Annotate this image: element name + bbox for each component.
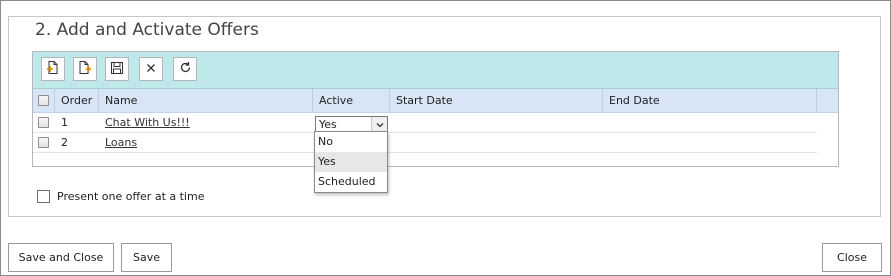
row-select-cell: [38, 113, 49, 133]
order-cell: 2: [61, 136, 68, 149]
offer-name-text[interactable]: Chat With Us!!!: [105, 116, 190, 129]
close-icon: [145, 62, 157, 77]
table-row[interactable]: 1 Chat With Us!!! Yes: [33, 113, 817, 134]
dropdown-option-scheduled[interactable]: Scheduled: [315, 172, 387, 192]
column-header-end-date[interactable]: End Date: [603, 89, 817, 112]
column-header-name[interactable]: Name: [99, 89, 313, 112]
active-dropdown-list: No Yes Scheduled: [314, 131, 388, 193]
column-header-start-date[interactable]: Start Date: [390, 89, 603, 112]
save-button[interactable]: Save: [121, 243, 172, 272]
offer-name-text[interactable]: Loans: [105, 136, 137, 149]
save-and-close-button[interactable]: Save and Close: [8, 243, 114, 272]
save-icon: [110, 61, 124, 78]
add-page-icon: [46, 60, 60, 78]
column-header-order[interactable]: Order: [55, 89, 99, 112]
present-one-offer-label: Present one offer at a time: [57, 190, 205, 203]
table-row[interactable]: 2 Loans: [33, 133, 817, 153]
row-checkbox[interactable]: [38, 137, 49, 148]
dropdown-option-yes[interactable]: Yes: [315, 152, 387, 172]
grid-header: Order Name Active Start Date End Date: [33, 89, 838, 113]
save-grid-button[interactable]: [105, 57, 129, 81]
add-page-arrow-icon: [78, 60, 92, 78]
column-header-active[interactable]: Active: [313, 89, 390, 112]
refresh-grid-button[interactable]: [173, 57, 197, 81]
add-offer-button[interactable]: [41, 57, 65, 81]
dropdown-option-no[interactable]: No: [315, 132, 387, 152]
offer-name-link[interactable]: Chat With Us!!!: [105, 113, 190, 133]
delete-offer-button[interactable]: [139, 57, 163, 81]
present-one-offer-checkbox[interactable]: [37, 190, 50, 203]
grid-toolbar: [33, 52, 838, 89]
select-all-cell: [33, 89, 55, 112]
row-checkbox[interactable]: [38, 117, 49, 128]
order-cell: 1: [61, 116, 68, 129]
row-select-cell: [38, 133, 49, 153]
offer-name-link[interactable]: Loans: [105, 133, 137, 153]
insert-offer-button[interactable]: [73, 57, 97, 81]
offers-grid: Order Name Active Start Date End Date 1 …: [32, 51, 839, 167]
select-all-checkbox[interactable]: [38, 95, 49, 106]
section-title: 2. Add and Activate Offers: [31, 20, 263, 40]
refresh-icon: [179, 61, 192, 77]
close-button[interactable]: Close: [822, 243, 882, 272]
